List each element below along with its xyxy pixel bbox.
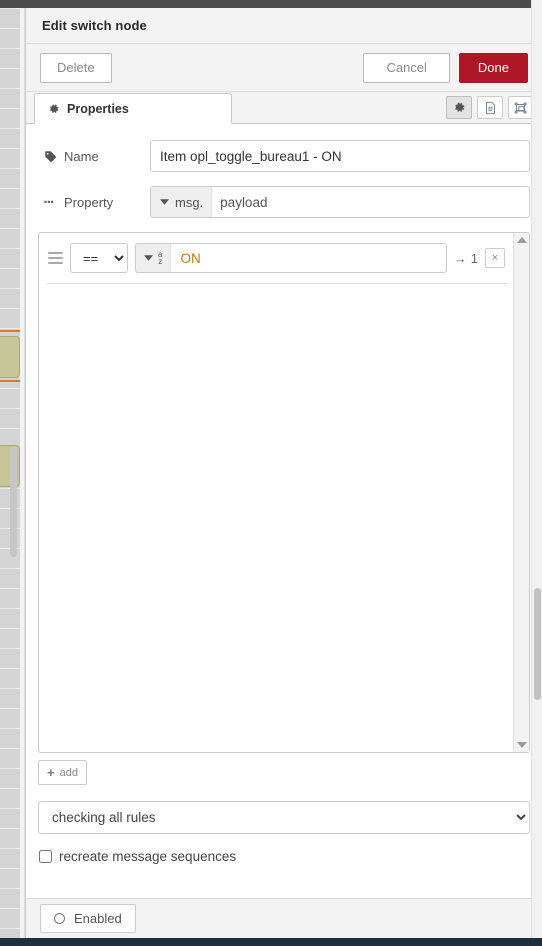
recreate-sequences-checkbox[interactable] xyxy=(39,850,52,863)
flow-node[interactable] xyxy=(0,336,20,378)
property-label-text: Property xyxy=(64,194,114,210)
add-rule-button[interactable]: + add xyxy=(38,760,87,785)
dialog-tool-buttons xyxy=(446,96,534,119)
window-bottom-bar xyxy=(0,938,542,946)
page-scrollbar-thumb[interactable] xyxy=(534,588,541,700)
rule-value-input[interactable] xyxy=(171,244,446,272)
dialog-titlebar: Edit switch node xyxy=(26,8,542,44)
edit-switch-node-dialog: Edit switch node Delete Cancel Done Prop… xyxy=(25,8,542,938)
delete-button[interactable]: Delete xyxy=(40,52,112,83)
property-row: Property msg. xyxy=(38,186,530,218)
rules-scrollbar-vertical[interactable] xyxy=(513,233,529,752)
window-top-bar xyxy=(0,0,542,8)
circle-icon xyxy=(54,913,65,924)
drag-handle-icon[interactable] xyxy=(47,252,63,264)
name-label-text: Name xyxy=(64,148,99,164)
dialog-body: Name Property xyxy=(26,124,542,898)
flow-wire xyxy=(0,380,20,382)
string-type-icon: a z xyxy=(158,250,163,266)
enabled-toggle-button[interactable]: Enabled xyxy=(40,904,136,933)
rules-container: == a z ON → 1 × xyxy=(38,232,530,753)
dialog-tabbar: Properties xyxy=(26,92,542,124)
chevron-down-icon xyxy=(160,199,169,205)
enabled-label: Enabled xyxy=(74,911,122,926)
page-scrollbar-vertical[interactable] xyxy=(531,0,542,946)
recreate-sequences-row[interactable]: recreate message sequences xyxy=(38,849,530,864)
property-value-input[interactable] xyxy=(212,187,529,217)
rule-operator-select[interactable]: == xyxy=(70,243,128,273)
rule-output-number: 1 xyxy=(470,250,478,266)
tab-label: Properties xyxy=(67,101,129,116)
arrow-right-icon: → xyxy=(453,250,467,266)
done-button[interactable]: Done xyxy=(458,52,528,83)
cancel-button[interactable]: Cancel xyxy=(363,52,450,83)
scroll-up-arrow-icon[interactable] xyxy=(516,237,527,243)
gear-icon xyxy=(48,103,60,115)
dialog-footer: Enabled xyxy=(26,898,542,938)
name-label: Name xyxy=(38,149,150,164)
name-row: Name xyxy=(38,140,530,172)
rule-value-type-selector[interactable]: a z xyxy=(136,244,172,272)
property-label: Property xyxy=(38,195,150,210)
rule-delete-button[interactable]: × xyxy=(485,248,505,268)
page-title: Edit switch node xyxy=(42,18,147,33)
chevron-down-icon xyxy=(144,255,153,261)
name-input[interactable] xyxy=(150,140,530,172)
node-description-icon[interactable] xyxy=(477,96,503,119)
rule-output-indicator: → 1 xyxy=(454,251,478,266)
rule-value-typed-input: a z xyxy=(135,243,447,273)
add-rule-label: add xyxy=(59,766,78,779)
dialog-action-bar: Delete Cancel Done xyxy=(26,44,542,92)
property-typed-input: msg. xyxy=(150,186,530,218)
rule-mode-select[interactable]: checking all rules xyxy=(38,801,530,834)
canvas-scrollbar-vertical[interactable] xyxy=(10,447,17,557)
plus-icon: + xyxy=(47,765,55,780)
table-row: == a z ON → 1 × xyxy=(47,243,507,284)
ellipsis-icon xyxy=(44,198,57,206)
flow-wire xyxy=(0,330,20,332)
node-settings-icon[interactable] xyxy=(446,96,472,119)
recreate-sequences-label: recreate message sequences xyxy=(59,849,237,864)
tab-properties[interactable]: Properties xyxy=(34,93,232,124)
rules-list: == a z ON → 1 × xyxy=(39,233,513,752)
scroll-down-arrow-icon[interactable] xyxy=(516,742,527,748)
property-type-label: msg. xyxy=(175,194,204,210)
property-type-selector[interactable]: msg. xyxy=(151,187,213,217)
tag-icon xyxy=(44,150,57,163)
